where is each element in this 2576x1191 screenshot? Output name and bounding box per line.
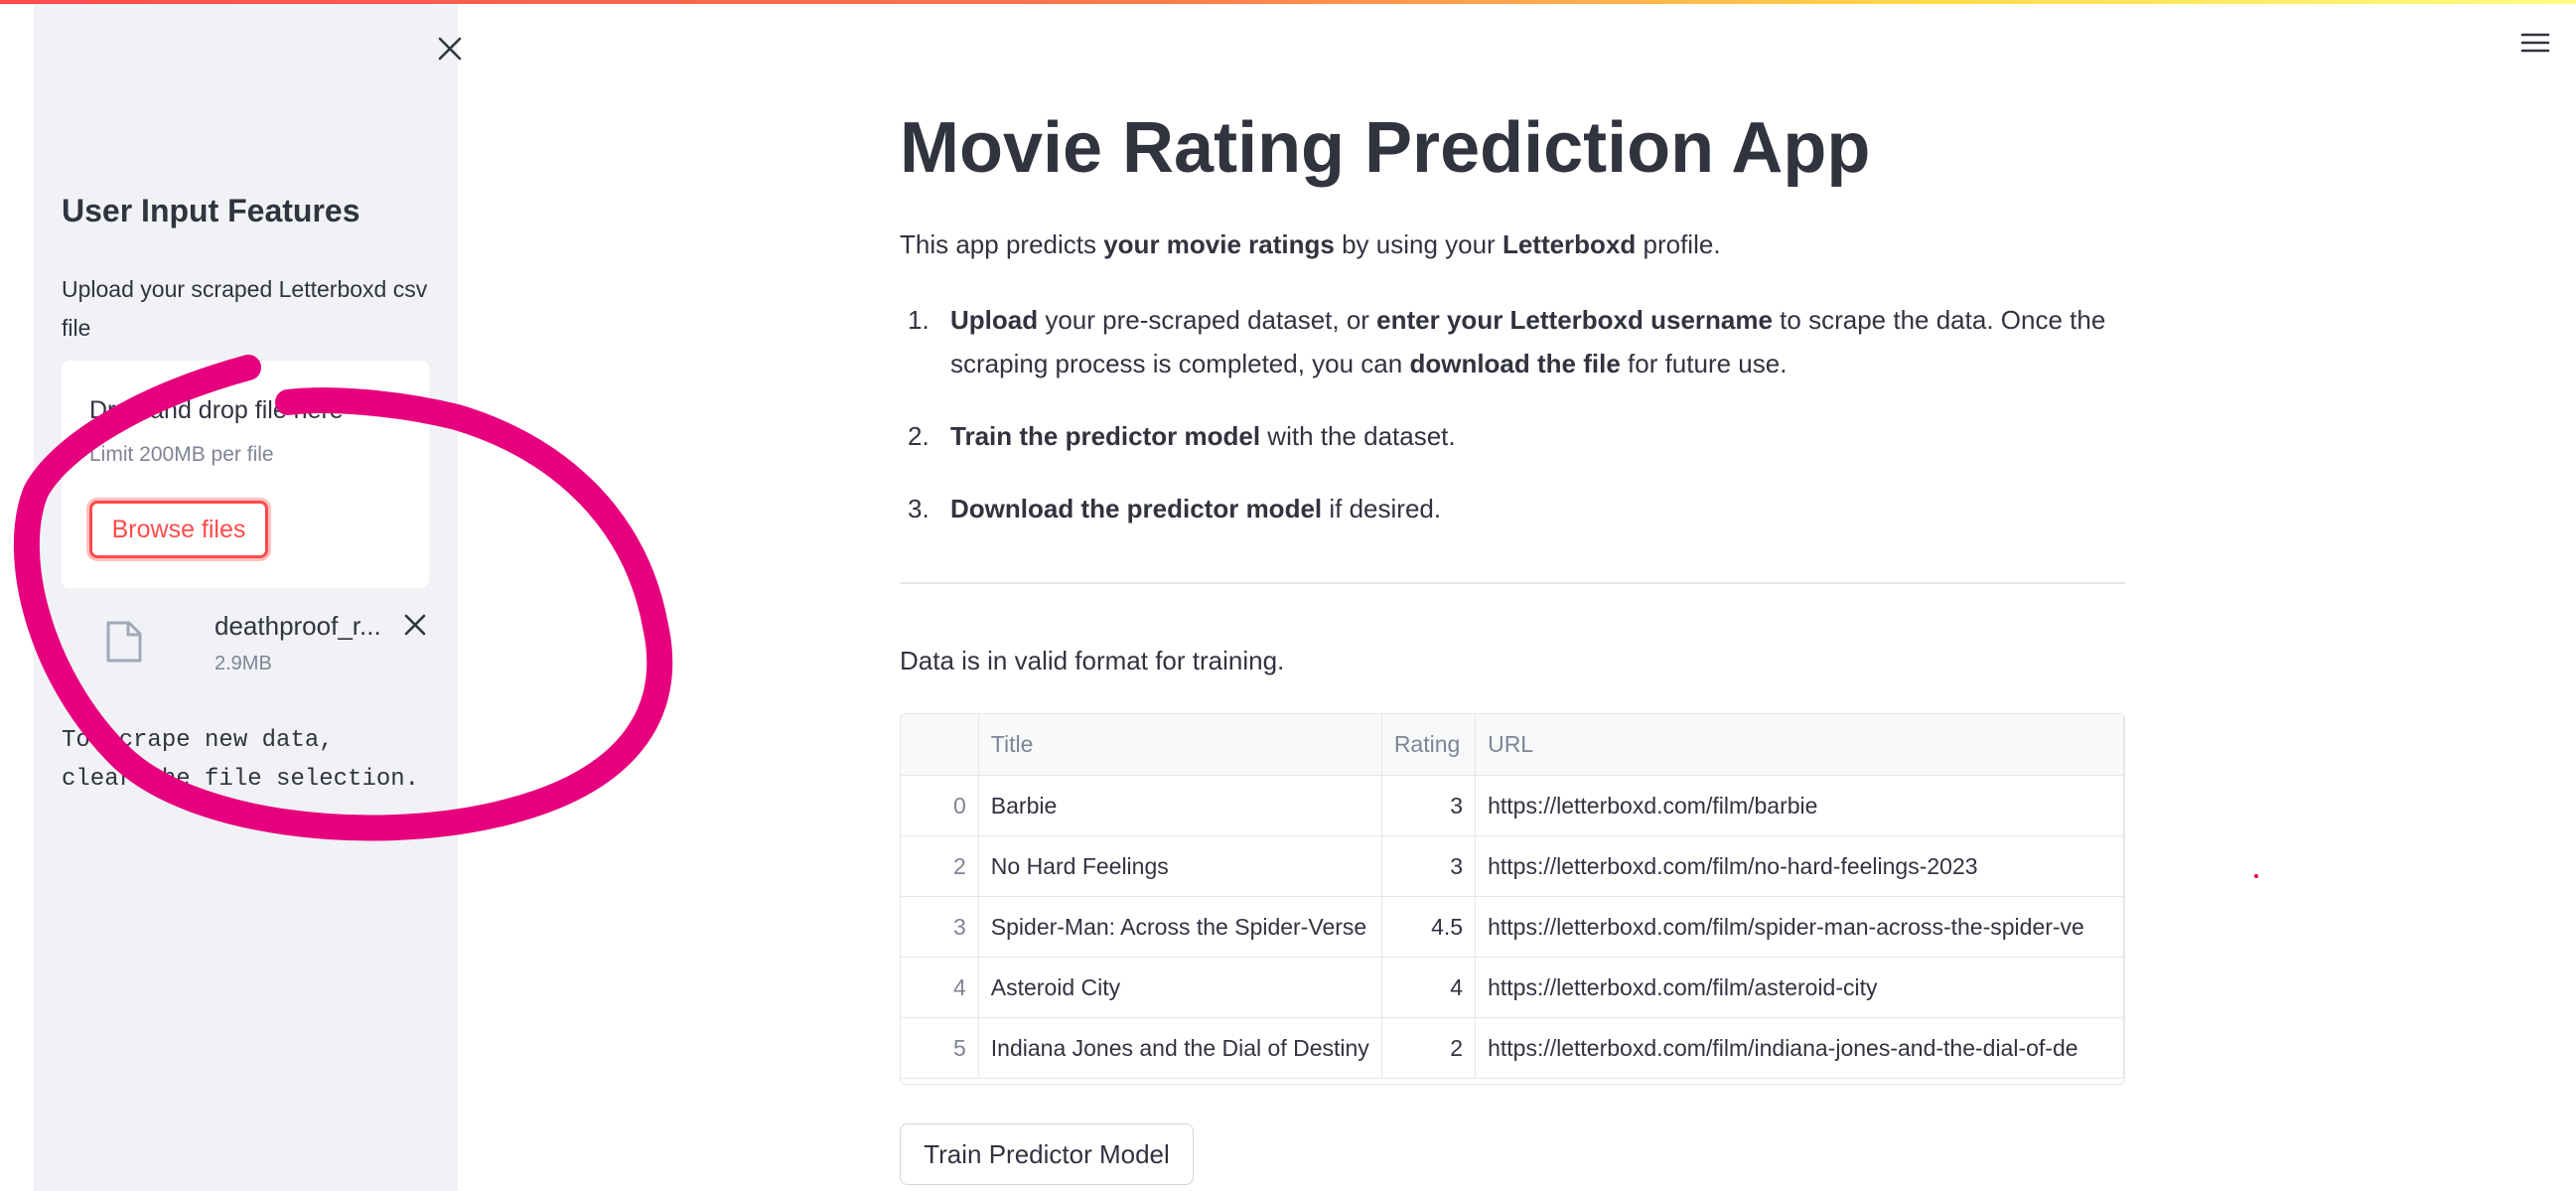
table-row: 2 No Hard Feelings 3 https://letterboxd.… xyxy=(901,835,2124,897)
cell-title[interactable]: Spider-Man: Across the Spider-Verse xyxy=(978,896,1382,958)
file-icon xyxy=(106,621,142,663)
instruction-steps: 1. Upload your pre-scraped dataset, or en… xyxy=(900,298,2125,559)
row-index[interactable]: 3 xyxy=(901,896,979,958)
table-header-row: Title Rating URL xyxy=(901,714,2124,776)
cell-title[interactable]: Barbie xyxy=(978,775,1382,836)
file-dropzone[interactable]: Drag and drop file here Limit 200MB per … xyxy=(62,361,429,588)
intro-text: This app predicts your movie ratings by … xyxy=(900,229,1721,259)
cell-rating[interactable]: 2 xyxy=(1381,1017,1477,1079)
main-menu-button[interactable] xyxy=(2518,26,2552,60)
upload-label: Upload your scraped Letterboxd csv file xyxy=(62,276,428,341)
table-row: 5 Indiana Jones and the Dial of Destiny … xyxy=(901,1017,2124,1079)
page-title: Movie Rating Prediction App xyxy=(900,108,1871,188)
column-header-index[interactable] xyxy=(901,714,979,776)
column-header-url[interactable]: URL xyxy=(1475,714,2124,776)
hamburger-menu-icon xyxy=(2520,33,2550,53)
cell-url[interactable]: https://letterboxd.com/film/barbie xyxy=(1475,775,2124,836)
row-index[interactable]: 0 xyxy=(901,775,979,836)
row-index[interactable]: 4 xyxy=(901,957,979,1018)
train-predictor-button[interactable]: Train Predictor Model xyxy=(900,1123,1194,1185)
cell-rating[interactable]: 4 xyxy=(1381,957,1477,1018)
data-table[interactable]: Title Rating URL 0 Barbie 3 https://lett… xyxy=(900,713,2125,1085)
divider xyxy=(900,582,2125,584)
table-row: 0 Barbie 3 https://letterboxd.com/film/b… xyxy=(901,775,2124,836)
remove-file-button[interactable] xyxy=(403,613,427,637)
cell-rating[interactable]: 3 xyxy=(1381,835,1477,897)
close-sidebar-button[interactable] xyxy=(431,30,469,68)
dropzone-limit: Limit 200MB per file xyxy=(89,443,274,466)
cell-title[interactable]: Asteroid City xyxy=(978,957,1382,1018)
row-index[interactable]: 5 xyxy=(901,1017,979,1079)
validation-message: Data is in valid format for training. xyxy=(900,646,1285,675)
cell-url[interactable]: https://letterboxd.com/film/asteroid-cit… xyxy=(1475,957,2124,1018)
uploaded-file: deathproof_r... 2.9MB xyxy=(105,605,443,684)
step-3: 3. Download the predictor model if desire… xyxy=(908,494,1442,523)
sidebar-heading: User Input Features xyxy=(62,193,360,228)
column-header-title[interactable]: Title xyxy=(978,714,1382,776)
cell-url[interactable]: https://letterboxd.com/film/spider-man-a… xyxy=(1475,896,2124,958)
step-1: 1. Upload your pre-scraped dataset, or en… xyxy=(908,305,2106,378)
dropzone-title: Drag and drop file here xyxy=(89,396,344,424)
browse-files-button[interactable]: Browse files xyxy=(89,501,268,558)
file-name: deathproof_r... xyxy=(215,611,381,641)
sidebar: User Input Features Upload your scraped … xyxy=(34,4,462,1191)
cell-url[interactable]: https://letterboxd.com/film/indiana-jone… xyxy=(1475,1017,2124,1079)
table-row: 3 Spider-Man: Across the Spider-Verse 4.… xyxy=(901,896,2124,958)
file-size: 2.9MB xyxy=(215,653,272,674)
cell-title[interactable]: Indiana Jones and the Dial of Destiny xyxy=(978,1017,1382,1079)
scrape-note: To scrape new data, clear the file selec… xyxy=(62,727,420,793)
table-row: 4 Asteroid City 4 https://letterboxd.com… xyxy=(901,957,2124,1018)
cell-rating[interactable]: 3 xyxy=(1381,775,1477,836)
stray-annotation-dot xyxy=(2254,874,2258,878)
cell-url[interactable]: https://letterboxd.com/film/no-hard-feel… xyxy=(1475,835,2124,897)
cell-rating[interactable]: 4.5 xyxy=(1381,896,1477,958)
step-2: 2. Train the predictor model with the dat… xyxy=(908,421,1456,451)
column-header-rating[interactable]: Rating xyxy=(1381,714,1477,776)
cell-title[interactable]: No Hard Feelings xyxy=(978,835,1382,897)
row-index[interactable]: 2 xyxy=(901,835,979,897)
close-icon xyxy=(438,37,462,61)
